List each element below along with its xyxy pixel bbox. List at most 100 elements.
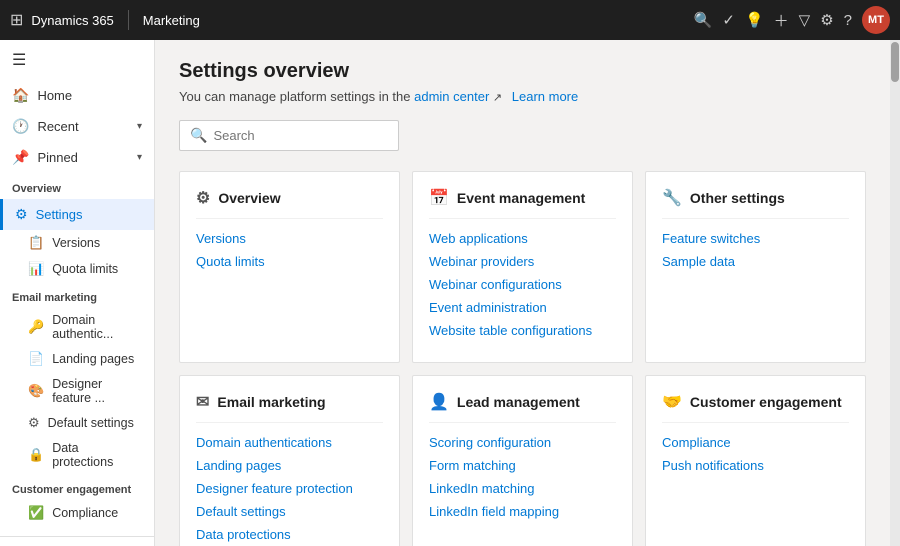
sidebar-pinned-label: Pinned xyxy=(37,150,77,165)
customer-engagement-section-label: Customer engagement xyxy=(0,474,154,500)
admin-center-link[interactable]: admin center xyxy=(414,89,489,104)
card-lead-title: Lead management xyxy=(457,394,580,410)
sidebar-toggle[interactable]: ☰ xyxy=(0,40,154,80)
module-name: Marketing xyxy=(143,13,200,28)
email-card-icon: ✉ xyxy=(196,392,209,412)
event-admin-link[interactable]: Event administration xyxy=(429,300,616,315)
card-other-settings: 🔧 Other settings Feature switches Sample… xyxy=(645,171,866,363)
checkmark-icon[interactable]: ✓ xyxy=(722,11,735,29)
search-box[interactable]: 🔍 xyxy=(179,120,399,151)
sidebar-settings-label: Settings xyxy=(36,207,83,222)
sidebar-item-settings[interactable]: ⚙ Settings xyxy=(0,199,154,230)
sidebar-default-label: Default settings xyxy=(48,416,134,430)
event-web-apps-link[interactable]: Web applications xyxy=(429,231,616,246)
learn-more-link[interactable]: Learn more xyxy=(512,89,578,104)
sidebar: ☰ 🏠 Home 🕐 Recent ▾ 📌 Pinned ▾ Overview … xyxy=(0,40,155,546)
other-sample-data-link[interactable]: Sample data xyxy=(662,254,849,269)
sidebar-item-quota-limits[interactable]: 📊 Quota limits xyxy=(0,256,154,282)
pinned-icon: 📌 xyxy=(12,149,29,166)
top-navigation: ⊞ Dynamics 365 Marketing 🔍 ✓ 💡 ＋ ▽ ⚙ ? M… xyxy=(0,0,900,40)
sidebar-data-protect-label: Data protections xyxy=(52,441,142,469)
overview-card-icon: ⚙ xyxy=(196,188,210,208)
page-subtitle: You can manage platform settings in the … xyxy=(179,89,866,104)
info-icon[interactable]: 💡 xyxy=(745,11,764,29)
sidebar-item-designer-feature[interactable]: 🎨 Designer feature ... xyxy=(0,372,154,410)
customer-compliance-link[interactable]: Compliance xyxy=(662,435,849,450)
landing-icon: 📄 xyxy=(28,351,44,367)
main-content: Settings overview You can manage platfor… xyxy=(155,40,890,546)
card-overview-title: Overview xyxy=(218,190,280,206)
other-settings-card-icon: 🔧 xyxy=(662,188,682,208)
card-event-management-header: 📅 Event management xyxy=(429,188,616,219)
email-designer-link[interactable]: Designer feature protection xyxy=(196,481,383,496)
filter-icon[interactable]: ▽ xyxy=(799,11,811,29)
sidebar-item-compliance[interactable]: ✅ Compliance xyxy=(0,500,154,526)
quota-icon: 📊 xyxy=(28,261,44,277)
card-other-settings-title: Other settings xyxy=(690,190,785,206)
plus-icon[interactable]: ＋ xyxy=(774,10,789,31)
gear-icon[interactable]: ⚙ xyxy=(820,11,833,29)
sidebar-versions-label: Versions xyxy=(52,236,100,250)
sidebar-domain-label: Domain authentic... xyxy=(52,313,142,341)
lead-scoring-link[interactable]: Scoring configuration xyxy=(429,435,616,450)
sidebar-designer-label: Designer feature ... xyxy=(52,377,142,405)
email-landing-pages-link[interactable]: Landing pages xyxy=(196,458,383,473)
lead-card-icon: 👤 xyxy=(429,392,449,412)
event-website-table-link[interactable]: Website table configurations xyxy=(429,323,616,338)
chevron-down-icon-pinned: ▾ xyxy=(137,152,142,163)
event-webinar-configs-link[interactable]: Webinar configurations xyxy=(429,277,616,292)
other-feature-switches-link[interactable]: Feature switches xyxy=(662,231,849,246)
recent-icon: 🕐 xyxy=(12,118,29,135)
sidebar-item-domain-auth[interactable]: 🔑 Domain authentic... xyxy=(0,308,154,346)
lead-linkedin-field-link[interactable]: LinkedIn field mapping xyxy=(429,504,616,519)
lead-form-matching-link[interactable]: Form matching xyxy=(429,458,616,473)
customer-engagement-card-icon: 🤝 xyxy=(662,392,682,412)
email-domain-auth-link[interactable]: Domain authentications xyxy=(196,435,383,450)
card-email-marketing-header: ✉ Email marketing xyxy=(196,392,383,423)
card-lead-management-header: 👤 Lead management xyxy=(429,392,616,423)
search-icon: 🔍 xyxy=(190,127,207,144)
sidebar-recent-label: Recent xyxy=(37,119,78,134)
main-layout: ☰ 🏠 Home 🕐 Recent ▾ 📌 Pinned ▾ Overview … xyxy=(0,40,900,546)
email-default-settings-link[interactable]: Default settings xyxy=(196,504,383,519)
settings-icon: ⚙ xyxy=(15,206,28,223)
event-webinar-providers-link[interactable]: Webinar providers xyxy=(429,254,616,269)
default-icon: ⚙ xyxy=(28,415,40,431)
content-wrapper: Settings overview You can manage platfor… xyxy=(155,40,900,546)
card-customer-engagement: 🤝 Customer engagement Compliance Push no… xyxy=(645,375,866,546)
lead-linkedin-matching-link[interactable]: LinkedIn matching xyxy=(429,481,616,496)
help-icon[interactable]: ? xyxy=(844,12,852,29)
app-name[interactable]: Dynamics 365 xyxy=(31,13,113,28)
chevron-down-icon: ▾ xyxy=(137,121,142,132)
card-email-title: Email marketing xyxy=(217,394,325,410)
overview-versions-link[interactable]: Versions xyxy=(196,231,383,246)
avatar[interactable]: MT xyxy=(862,6,890,34)
search-input[interactable] xyxy=(213,128,388,143)
sidebar-item-data-protections[interactable]: 🔒 Data protections xyxy=(0,436,154,474)
sidebar-item-settings-bottom[interactable]: S Settings ◇ xyxy=(0,541,154,546)
data-protect-icon: 🔒 xyxy=(28,447,44,463)
sidebar-item-home[interactable]: 🏠 Home xyxy=(0,80,154,111)
card-overview-header: ⚙ Overview xyxy=(196,188,383,219)
search-icon[interactable]: 🔍 xyxy=(694,11,713,29)
overview-quota-link[interactable]: Quota limits xyxy=(196,254,383,269)
sidebar-item-default-settings[interactable]: ⚙ Default settings xyxy=(0,410,154,436)
customer-push-notifications-link[interactable]: Push notifications xyxy=(662,458,849,473)
waffle-icon[interactable]: ⊞ xyxy=(10,10,23,30)
sidebar-item-pinned[interactable]: 📌 Pinned ▾ xyxy=(0,142,154,173)
scrollbar-thumb xyxy=(891,42,899,82)
overview-section-label: Overview xyxy=(0,173,154,199)
domain-icon: 🔑 xyxy=(28,319,44,335)
home-icon: 🏠 xyxy=(12,87,29,104)
card-event-management: 📅 Event management Web applications Webi… xyxy=(412,171,633,363)
sidebar-compliance-label: Compliance xyxy=(52,506,118,520)
email-data-protections-link[interactable]: Data protections xyxy=(196,527,383,542)
card-customer-engagement-header: 🤝 Customer engagement xyxy=(662,392,849,423)
sidebar-item-versions[interactable]: 📋 Versions xyxy=(0,230,154,256)
sidebar-item-recent[interactable]: 🕐 Recent ▾ xyxy=(0,111,154,142)
card-event-title: Event management xyxy=(457,190,585,206)
sidebar-item-landing-pages[interactable]: 📄 Landing pages xyxy=(0,346,154,372)
event-card-icon: 📅 xyxy=(429,188,449,208)
right-scrollbar[interactable] xyxy=(890,40,900,546)
versions-icon: 📋 xyxy=(28,235,44,251)
